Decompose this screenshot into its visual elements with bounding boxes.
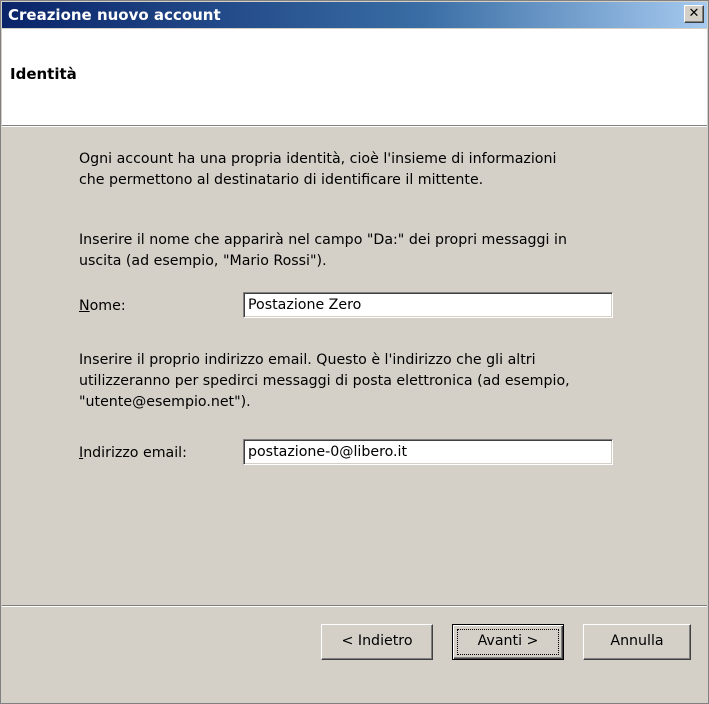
account-wizard-window: Creazione nuovo account ✕ Identità Ogni …	[0, 0, 709, 704]
name-label-accesskey: N	[79, 298, 90, 314]
back-button[interactable]: < Indietro	[321, 624, 433, 660]
window-title: Creazione nuovo account	[8, 6, 221, 24]
focus-rect	[457, 629, 559, 655]
cancel-button[interactable]: Annulla	[583, 624, 691, 660]
name-input[interactable]	[243, 292, 613, 318]
intro-line-2: che permettono al destinatario di identi…	[79, 172, 484, 188]
intro-line-1: Ogni account ha una propria identità, ci…	[79, 151, 557, 167]
email-label: Indirizzo email:	[79, 445, 187, 461]
name-instructions-line-1: Inserire il nome che apparirà nel campo …	[79, 232, 567, 248]
header-divider	[2, 125, 707, 127]
email-instructions-line-1: Inserire il proprio indirizzo email. Que…	[79, 352, 536, 368]
close-button[interactable]: ✕	[684, 5, 704, 23]
name-instructions: Inserire il nome che apparirà nel campo …	[79, 230, 659, 272]
name-label-text: ome:	[89, 298, 126, 314]
name-instructions-line-2: uscita (ad esempio, "Mario Rossi").	[79, 253, 327, 269]
close-icon: ✕	[688, 6, 700, 21]
wizard-header: Identità	[2, 29, 707, 125]
page-title: Identità	[10, 65, 77, 83]
next-button[interactable]: Avanti >	[452, 624, 564, 660]
email-instructions-line-3: "utente@esempio.net").	[79, 394, 251, 410]
email-input[interactable]	[243, 439, 613, 465]
name-label: Nome:	[79, 298, 126, 314]
intro-text: Ogni account ha una propria identità, ci…	[79, 149, 659, 191]
email-instructions-line-2: utilizzeranno per spedirci messaggi di p…	[79, 373, 570, 389]
email-label-text: ndirizzo email:	[83, 445, 187, 461]
title-bar[interactable]: Creazione nuovo account ✕	[2, 2, 707, 28]
footer-divider	[2, 605, 707, 607]
email-instructions: Inserire il proprio indirizzo email. Que…	[79, 350, 659, 413]
